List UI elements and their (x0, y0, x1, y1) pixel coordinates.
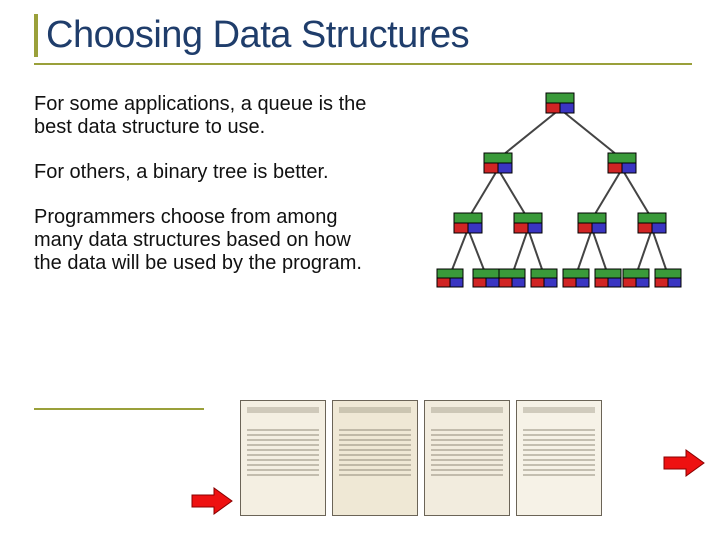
tree-node (473, 269, 499, 287)
tree-node (638, 213, 666, 233)
slide-title: Choosing Data Structures (46, 14, 692, 57)
title-underline (34, 63, 692, 65)
tree-node (484, 153, 512, 173)
tree-node (595, 269, 621, 287)
tree-node (531, 269, 557, 287)
paragraph-1: For some applications, a queue is the be… (34, 93, 374, 139)
tree-node (578, 213, 606, 233)
slide: Choosing Data Structures For some applic… (0, 0, 720, 540)
tree-node (655, 269, 681, 287)
arrow-right-icon (190, 486, 234, 516)
arrow-right-icon (662, 448, 706, 478)
tree-node (499, 269, 525, 287)
binary-tree-svg (428, 85, 692, 295)
tree-node (546, 93, 574, 113)
title-accent: Choosing Data Structures (34, 14, 692, 57)
footer-underline (34, 408, 204, 410)
tree-node (608, 153, 636, 173)
tree-node (563, 269, 589, 287)
tree-node (623, 269, 649, 287)
document-thumbnail (240, 400, 326, 516)
tree-node (454, 213, 482, 233)
documents-row (190, 400, 602, 516)
slide-body: For some applications, a queue is the be… (34, 93, 692, 300)
tree-node (437, 269, 463, 287)
text-column: For some applications, a queue is the be… (34, 93, 410, 300)
document-thumbnail (332, 400, 418, 516)
paragraph-2: For others, a binary tree is better. (34, 161, 374, 184)
binary-tree-figure (428, 85, 692, 300)
paragraph-3: Programmers choose from among many data … (34, 206, 374, 275)
tree-node (514, 213, 542, 233)
document-thumbnail (516, 400, 602, 516)
document-thumbnail (424, 400, 510, 516)
